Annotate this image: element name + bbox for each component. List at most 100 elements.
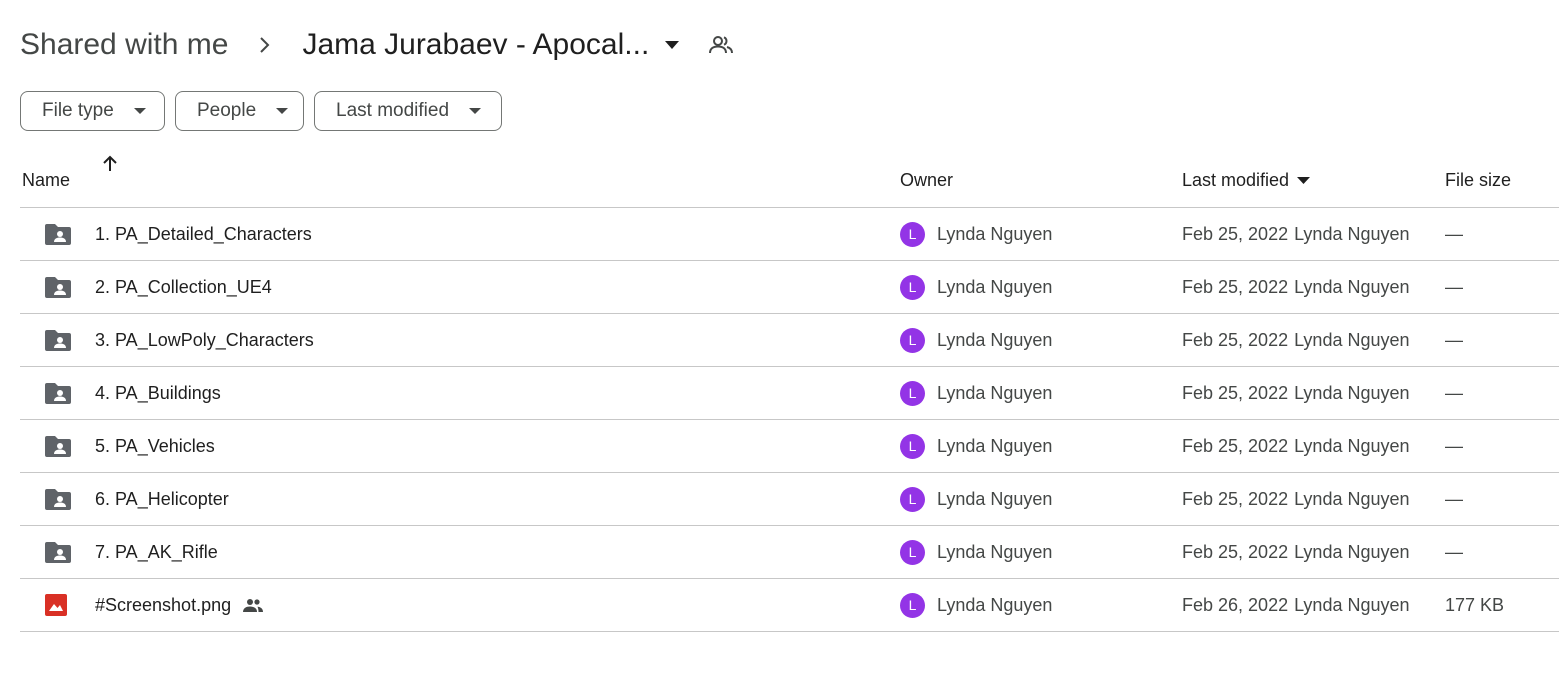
modified-by: Lynda Nguyen xyxy=(1294,435,1410,456)
file-type-filter[interactable]: File type xyxy=(20,91,165,131)
owner-name: Lynda Nguyen xyxy=(937,223,1053,244)
avatar: L xyxy=(900,433,925,459)
current-folder-title: Jama Jurabaev - Apocal... xyxy=(302,28,650,61)
caret-down-icon xyxy=(469,105,482,117)
file-name-cell: #Screenshot.png xyxy=(95,579,264,631)
file-list: Name Owner Last modified File size 1. PA… xyxy=(20,154,1559,632)
shared-people-icon xyxy=(243,598,264,612)
caret-down-icon xyxy=(1297,177,1311,184)
shared-folder-icon xyxy=(45,526,71,578)
avatar: L xyxy=(900,327,925,353)
modified-by: Lynda Nguyen xyxy=(1294,488,1410,509)
owner-cell: L Lynda Nguyen xyxy=(900,314,1052,366)
file-name-cell: 5. PA_Vehicles xyxy=(95,420,215,472)
table-row[interactable]: 3. PA_LowPoly_Characters L Lynda Nguyen Feb… xyxy=(20,314,1559,367)
avatar: L xyxy=(900,274,925,300)
table-row[interactable]: 7. PA_AK_Rifle L Lynda Nguyen Feb 25, 2022 L… xyxy=(20,526,1559,579)
modified-date: Feb 25, 2022 xyxy=(1182,435,1289,456)
last-modified-cell: Feb 25, 2022 Lynda Nguyen xyxy=(1182,314,1410,366)
file-name: #Screenshot.png xyxy=(95,594,232,615)
modified-by: Lynda Nguyen xyxy=(1294,594,1410,615)
owner-cell: L Lynda Nguyen xyxy=(900,261,1052,313)
modified-by: Lynda Nguyen xyxy=(1294,329,1410,350)
modified-by: Lynda Nguyen xyxy=(1294,541,1410,562)
file-type-filter-label: File type xyxy=(42,100,114,121)
shared-folder-icon xyxy=(45,367,71,419)
modified-by: Lynda Nguyen xyxy=(1294,276,1410,297)
breadcrumb-shared-with-me[interactable]: Shared with me xyxy=(20,22,228,68)
filter-bar: File type People Last modified xyxy=(20,91,502,131)
owner-name: Lynda Nguyen xyxy=(937,329,1053,350)
arrow-up-icon[interactable] xyxy=(101,154,121,174)
owner-name: Lynda Nguyen xyxy=(937,276,1053,297)
column-header-file-size[interactable]: File size xyxy=(1445,154,1511,207)
file-size: 177 KB xyxy=(1445,594,1505,615)
owner-cell: L Lynda Nguyen xyxy=(900,526,1052,578)
file-size: — xyxy=(1445,223,1463,244)
people-filter[interactable]: People xyxy=(175,91,304,131)
caret-down-icon xyxy=(665,37,681,53)
file-name: 1. PA_Detailed_Characters xyxy=(95,223,312,244)
owner-name: Lynda Nguyen xyxy=(937,594,1053,615)
modified-date: Feb 25, 2022 xyxy=(1182,223,1289,244)
table-row[interactable]: 2. PA_Collection_UE4 L Lynda Nguyen Feb 25,… xyxy=(20,261,1559,314)
column-header-owner[interactable]: Owner xyxy=(900,154,953,207)
image-file-icon xyxy=(45,579,71,631)
owner-cell: L Lynda Nguyen xyxy=(900,367,1052,419)
file-name-cell: 3. PA_LowPoly_Characters xyxy=(95,314,314,366)
chevron-right-icon xyxy=(258,22,272,68)
table-row[interactable]: #Screenshot.png L Lynda Nguyen Feb 26, 2022… xyxy=(20,579,1559,632)
last-modified-filter-label: Last modified xyxy=(336,100,450,121)
file-size: — xyxy=(1445,329,1463,350)
caret-down-icon xyxy=(133,105,146,117)
file-name-cell: 6. PA_Helicopter xyxy=(95,473,229,525)
breadcrumb: Shared with me Jama Jurabaev - Apocal... xyxy=(20,22,735,68)
modified-date: Feb 26, 2022 xyxy=(1182,594,1289,615)
owner-name: Lynda Nguyen xyxy=(937,382,1053,403)
owner-cell: L Lynda Nguyen xyxy=(900,420,1052,472)
column-header-last-modified-label: Last modified xyxy=(1182,170,1290,190)
shared-folder-icon xyxy=(45,420,71,472)
table-row[interactable]: 4. PA_Buildings L Lynda Nguyen Feb 25, 2022… xyxy=(20,367,1559,420)
file-name-cell: 7. PA_AK_Rifle xyxy=(95,526,218,578)
file-name: 7. PA_AK_Rifle xyxy=(95,541,218,562)
file-size: — xyxy=(1445,435,1463,456)
modified-date: Feb 25, 2022 xyxy=(1182,541,1289,562)
modified-date: Feb 25, 2022 xyxy=(1182,382,1289,403)
file-name: 4. PA_Buildings xyxy=(95,382,221,403)
owner-cell: L Lynda Nguyen xyxy=(900,579,1052,631)
last-modified-cell: Feb 26, 2022 Lynda Nguyen xyxy=(1182,579,1410,631)
last-modified-cell: Feb 25, 2022 Lynda Nguyen xyxy=(1182,367,1410,419)
shared-people-icon[interactable] xyxy=(709,32,735,58)
owner-name: Lynda Nguyen xyxy=(937,541,1053,562)
avatar: L xyxy=(900,486,925,512)
table-row[interactable]: 6. PA_Helicopter L Lynda Nguyen Feb 25, 202… xyxy=(20,473,1559,526)
modified-date: Feb 25, 2022 xyxy=(1182,329,1289,350)
file-rows: 1. PA_Detailed_Characters L Lynda Nguyen Fe… xyxy=(20,208,1559,632)
last-modified-cell: Feb 25, 2022 Lynda Nguyen xyxy=(1182,208,1410,260)
column-header-name[interactable]: Name xyxy=(22,154,70,207)
owner-cell: L Lynda Nguyen xyxy=(900,473,1052,525)
drive-shared-folder-view: Shared with me Jama Jurabaev - Apocal...… xyxy=(0,0,1559,687)
shared-folder-icon xyxy=(45,473,71,525)
avatar: L xyxy=(900,221,925,247)
file-name: 3. PA_LowPoly_Characters xyxy=(95,329,314,350)
file-name-cell: 4. PA_Buildings xyxy=(95,367,221,419)
last-modified-cell: Feb 25, 2022 Lynda Nguyen xyxy=(1182,473,1410,525)
shared-folder-icon xyxy=(45,261,71,313)
people-filter-label: People xyxy=(197,100,257,121)
file-list-header: Name Owner Last modified File size xyxy=(20,154,1559,208)
last-modified-cell: Feb 25, 2022 Lynda Nguyen xyxy=(1182,420,1410,472)
file-size: — xyxy=(1445,541,1463,562)
table-row[interactable]: 5. PA_Vehicles L Lynda Nguyen Feb 25, 2022 L… xyxy=(20,420,1559,473)
avatar: L xyxy=(900,539,925,565)
last-modified-cell: Feb 25, 2022 Lynda Nguyen xyxy=(1182,261,1410,313)
column-header-last-modified[interactable]: Last modified xyxy=(1182,154,1311,207)
table-row[interactable]: 1. PA_Detailed_Characters L Lynda Nguyen Fe… xyxy=(20,208,1559,261)
caret-down-icon xyxy=(276,105,289,117)
breadcrumb-current-folder[interactable]: Jama Jurabaev - Apocal... xyxy=(302,22,681,68)
file-name-cell: 1. PA_Detailed_Characters xyxy=(95,208,312,260)
file-name: 6. PA_Helicopter xyxy=(95,488,229,509)
shared-folder-icon xyxy=(45,208,71,260)
last-modified-filter[interactable]: Last modified xyxy=(314,91,502,131)
